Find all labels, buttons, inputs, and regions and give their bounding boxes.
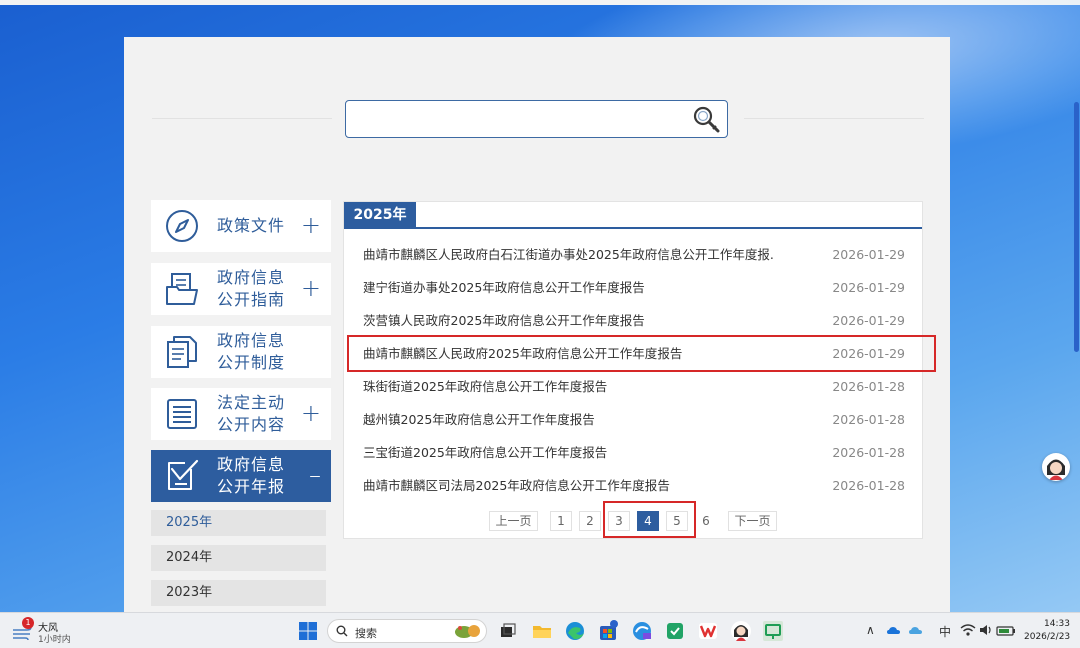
page-button-2[interactable]: 2: [579, 511, 601, 531]
report-date: 2026-01-28: [832, 445, 905, 460]
page-button-6[interactable]: 6: [695, 511, 717, 531]
sidebar-item-disclosure-guide[interactable]: 政府信息 公开指南 +: [151, 263, 331, 315]
edit-box-icon: [168, 459, 199, 490]
page-button-4-current[interactable]: 4: [637, 511, 659, 531]
list-item[interactable]: 曲靖市麒麟区人民政府2025年政府信息公开工作年度报告 2026-01-29: [344, 337, 922, 370]
list-item[interactable]: 曲靖市麒麟区人民政府白石江街道办事处2025年政府信息公开工作年度报... 20…: [344, 238, 922, 271]
tray-overflow-icon[interactable]: ∧: [866, 623, 875, 637]
sidebar-item-policy-documents[interactable]: 政策文件 +: [151, 200, 331, 252]
weather-widget[interactable]: 1 大风 1小时内: [12, 617, 102, 645]
app-icon-green[interactable]: [664, 620, 686, 642]
browser-app-icon[interactable]: [631, 620, 653, 642]
taskbar-search-label: 搜索: [355, 627, 377, 640]
windows-start-icon[interactable]: [297, 620, 319, 642]
page-button-1[interactable]: 1: [550, 511, 572, 531]
wps-office-icon[interactable]: [697, 620, 719, 642]
report-date: 2026-01-29: [832, 280, 905, 295]
sidebar-item-label: 政府信息 公开年报: [217, 455, 286, 496]
report-title-link[interactable]: 越州镇2025年政府信息公开工作年度报告: [363, 403, 773, 436]
prev-page-button[interactable]: 上一页: [489, 511, 538, 531]
chat-app-icon[interactable]: [762, 620, 784, 642]
page-button-5[interactable]: 5: [666, 511, 688, 531]
list-item[interactable]: 曲靖市麒麟区司法局2025年政府信息公开工作年度报告 2026-01-28: [344, 469, 922, 502]
search-divider-right: [744, 118, 924, 119]
documents-icon: [167, 336, 197, 368]
list-document-icon: [167, 399, 197, 429]
expand-icon[interactable]: +: [301, 275, 321, 301]
sidebar-item-label: 法定主动 公开内容: [217, 393, 286, 434]
sidebar-item-label: 政策文件: [217, 216, 286, 235]
cloud-sync-icon[interactable]: [908, 622, 924, 638]
onedrive-icon[interactable]: [886, 622, 902, 638]
avatar-app-icon[interactable]: [730, 620, 752, 642]
file-explorer-icon[interactable]: [531, 620, 553, 642]
tab-2025[interactable]: 2025年: [344, 202, 416, 229]
year-item-2024[interactable]: 2024年: [151, 545, 326, 571]
list-item[interactable]: 茨营镇人民政府2025年政府信息公开工作年度报告 2026-01-29: [344, 304, 922, 337]
ime-indicator[interactable]: 中: [939, 623, 951, 640]
report-title-link[interactable]: 曲靖市麒麟区人民政府白石江街道办事处2025年政府信息公开工作年度报...: [363, 238, 773, 271]
report-title-link[interactable]: 珠街街道2025年政府信息公开工作年度报告: [363, 370, 773, 403]
compass-icon: [166, 210, 198, 242]
sidebar-item-label: 政府信息 公开指南: [217, 268, 286, 309]
notification-badge: 1: [22, 617, 34, 629]
report-date: 2026-01-28: [832, 412, 905, 427]
sidebar-item-disclosure-system[interactable]: 政府信息 公开制度: [151, 326, 331, 378]
list-item[interactable]: 建宁街道办事处2025年政府信息公开工作年度报告 2026-01-29: [344, 271, 922, 304]
search-key-icon[interactable]: [691, 104, 721, 134]
web-page: 政策文件 + 政府信息 公开指南 + 政府信息 公开制度 法定主动 公开内容 +…: [124, 37, 950, 612]
weather-subtitle: 1小时内: [38, 635, 71, 645]
task-view-icon[interactable]: [497, 620, 519, 642]
clock-time[interactable]: 14:33: [1044, 619, 1070, 629]
collapse-icon[interactable]: –: [309, 462, 321, 488]
wifi-icon[interactable]: [960, 622, 976, 638]
list-item[interactable]: 珠街街道2025年政府信息公开工作年度报告 2026-01-28: [344, 370, 922, 403]
search-icon: [336, 625, 348, 637]
list-item[interactable]: 三宝街道2025年政府信息公开工作年度报告 2026-01-28: [344, 436, 922, 469]
assistant-avatar-icon[interactable]: [1042, 453, 1070, 481]
pagination: 上一页 1 2 3 4 5 6 下一页: [344, 511, 922, 531]
report-date: 2026-01-29: [832, 346, 905, 361]
sidebar-item-statutory-content[interactable]: 法定主动 公开内容 +: [151, 388, 331, 440]
store-icon[interactable]: [597, 620, 619, 642]
sidebar-item-annual-reports[interactable]: 政府信息 公开年报 –: [151, 450, 331, 502]
report-title-link[interactable]: 三宝街道2025年政府信息公开工作年度报告: [363, 436, 773, 469]
search-divider-left: [152, 118, 332, 119]
clock-date[interactable]: 2026/2/23: [1024, 632, 1070, 642]
report-title-link[interactable]: 茨营镇人民政府2025年政府信息公开工作年度报告: [363, 304, 773, 337]
report-list-panel: 2025年 曲靖市麒麟区人民政府白石江街道办事处2025年政府信息公开工作年度报…: [343, 201, 923, 539]
report-date: 2026-01-28: [832, 379, 905, 394]
next-page-button[interactable]: 下一页: [728, 511, 777, 531]
expand-icon[interactable]: +: [301, 212, 321, 238]
year-item-2023[interactable]: 2023年: [151, 580, 326, 606]
sidebar-item-label: 政府信息 公开制度: [217, 331, 286, 372]
folder-document-icon: [166, 273, 198, 305]
list-item[interactable]: 越州镇2025年政府信息公开工作年度报告 2026-01-28: [344, 403, 922, 436]
report-date: 2026-01-29: [832, 247, 905, 262]
scrollbar-thumb[interactable]: [1074, 102, 1079, 352]
battery-icon[interactable]: [996, 622, 1016, 638]
expand-icon[interactable]: +: [301, 400, 321, 426]
taskbar-search[interactable]: 搜索: [327, 619, 487, 643]
volume-icon[interactable]: [978, 622, 994, 638]
taskbar: 1 大风 1小时内 搜索 ∧ 中 14:33 2026/2/23: [0, 612, 1080, 648]
panel-header: 2025年: [344, 202, 922, 229]
report-date: 2026-01-29: [832, 313, 905, 328]
report-date: 2026-01-28: [832, 478, 905, 493]
edge-browser-icon[interactable]: [564, 620, 586, 642]
search-input[interactable]: [345, 100, 728, 138]
report-title-link[interactable]: 曲靖市麒麟区人民政府2025年政府信息公开工作年度报告: [363, 337, 773, 370]
year-item-2025[interactable]: 2025年: [151, 510, 326, 536]
search-highlight-icon: [455, 625, 480, 638]
page-button-3[interactable]: 3: [608, 511, 630, 531]
report-title-link[interactable]: 建宁街道办事处2025年政府信息公开工作年度报告: [363, 271, 773, 304]
report-title-link[interactable]: 曲靖市麒麟区司法局2025年政府信息公开工作年度报告: [363, 469, 773, 502]
